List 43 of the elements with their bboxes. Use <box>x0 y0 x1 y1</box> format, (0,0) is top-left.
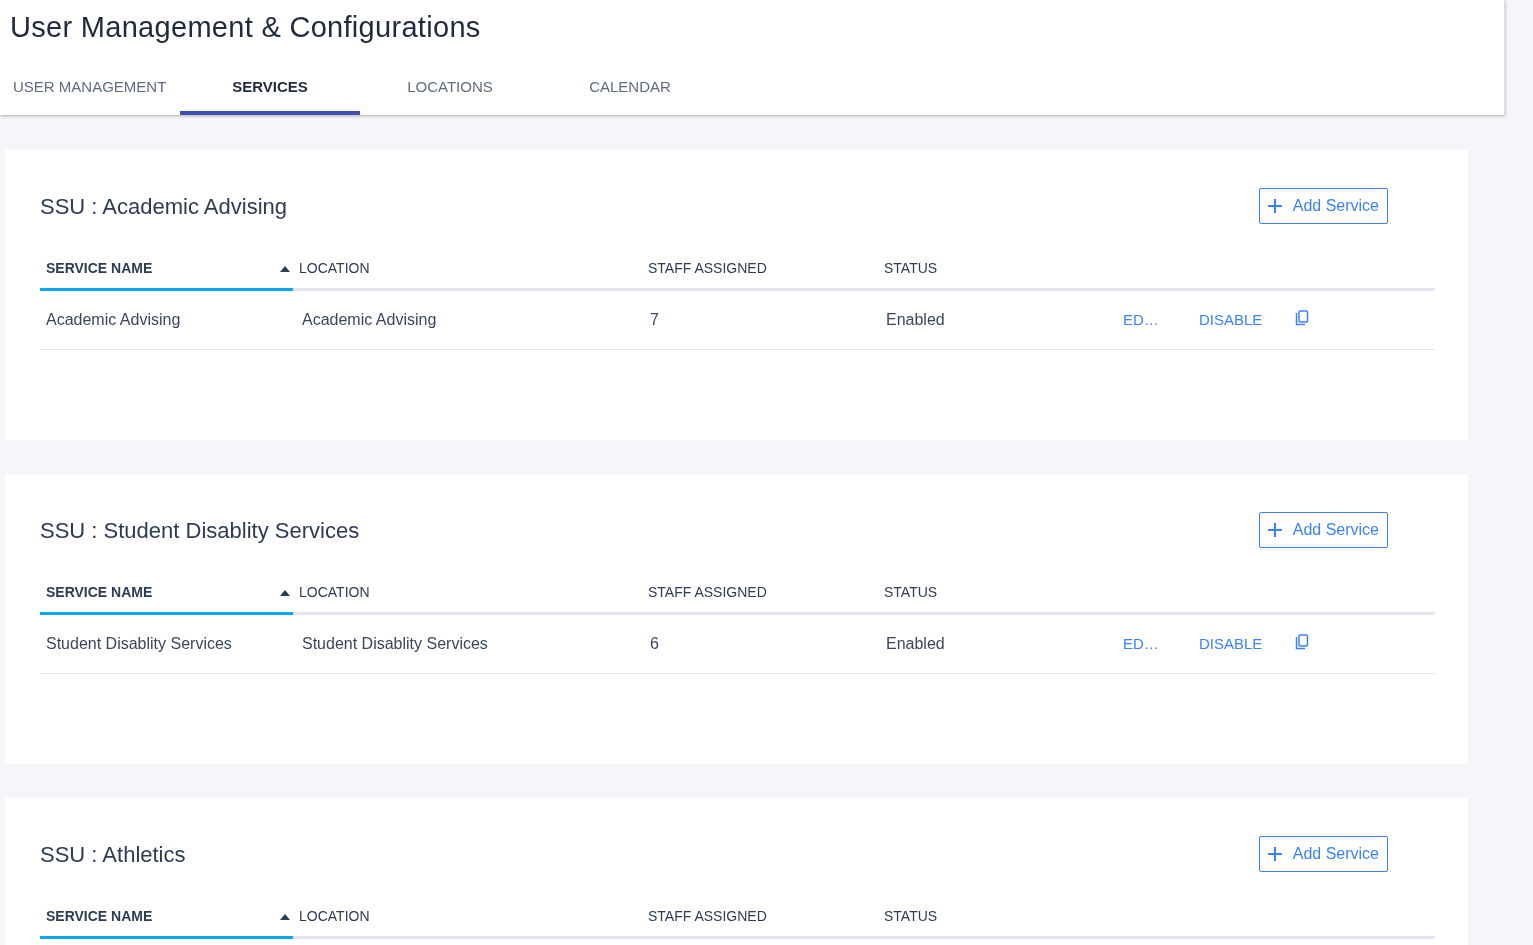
section-title: SSU : Student Disablity Services <box>40 516 360 545</box>
table-cell: Student Disablity Services <box>302 635 488 652</box>
tab[interactable]: CALENDAR <box>540 68 720 115</box>
plus-icon <box>1266 522 1283 538</box>
table-cell: Academic Advising <box>46 311 181 328</box>
plus-icon <box>1266 198 1283 214</box>
column-header[interactable]: LOCATION <box>299 906 370 927</box>
column-header[interactable]: LOCATION <box>299 258 370 279</box>
column-header[interactable]: STATUS <box>884 258 938 279</box>
add-service-button[interactable]: Add Service <box>1258 188 1388 224</box>
table-cell: Student Disablity Services <box>46 635 232 652</box>
tab[interactable]: LOCATIONS <box>360 68 540 115</box>
column-header[interactable]: LOCATION <box>299 582 370 603</box>
copy-icon[interactable] <box>1295 634 1309 650</box>
sort-arrow-icon[interactable] <box>280 590 290 596</box>
column-header[interactable]: SERVICE NAME <box>46 906 153 927</box>
edit-link[interactable]: ED… <box>1123 635 1159 652</box>
table-cell: Enabled <box>886 311 945 328</box>
table-cell: 7 <box>650 311 659 328</box>
add-service-button[interactable]: Add Service <box>1258 836 1388 872</box>
column-header[interactable]: STAFF ASSIGNED <box>648 582 767 603</box>
tab[interactable]: USER MANAGEMENT <box>0 68 180 115</box>
table-cell: 6 <box>650 635 659 652</box>
column-header[interactable]: SERVICE NAME <box>46 582 153 603</box>
column-header[interactable]: STAFF ASSIGNED <box>648 258 767 279</box>
table-cell: Enabled <box>886 635 945 652</box>
section-title: SSU : Academic Advising <box>40 192 287 221</box>
page-title: User Management & Configurations <box>9 10 482 45</box>
column-header[interactable]: STATUS <box>884 906 938 927</box>
disable-link[interactable]: DISABLE <box>1199 635 1263 652</box>
copy-icon[interactable] <box>1295 310 1309 326</box>
edit-link[interactable]: ED… <box>1123 311 1159 328</box>
column-header[interactable]: SERVICE NAME <box>46 258 153 279</box>
tab[interactable]: SERVICES <box>180 68 360 115</box>
plus-icon <box>1266 846 1283 862</box>
column-header[interactable]: STATUS <box>884 582 938 603</box>
sort-arrow-icon[interactable] <box>280 914 290 920</box>
section-title: SSU : Athletics <box>40 840 186 869</box>
disable-link[interactable]: DISABLE <box>1199 311 1263 328</box>
add-service-button[interactable]: Add Service <box>1258 512 1388 548</box>
table-cell: Academic Advising <box>302 311 437 328</box>
column-header[interactable]: STAFF ASSIGNED <box>648 906 767 927</box>
sort-arrow-icon[interactable] <box>280 266 290 272</box>
